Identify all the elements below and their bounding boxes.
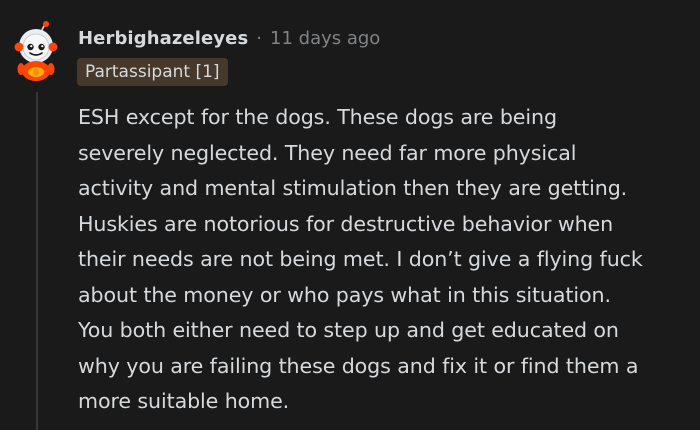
comment-body-line: more suitable home.: [78, 389, 290, 413]
comment-timestamp[interactable]: 11 days ago: [270, 28, 380, 49]
comment-body-line: why you are failing these dogs and fix i…: [78, 353, 639, 378]
comment-body-line: about the money or who pays what in this…: [78, 282, 611, 307]
user-avatar[interactable]: [10, 20, 62, 82]
thread-collapse-line[interactable]: [36, 92, 38, 430]
comment-body-line: ESH except for the dogs. These dogs are …: [78, 105, 557, 129]
snoo-avatar-icon: [14, 21, 58, 81]
user-flair: Partassipant [1]: [77, 58, 228, 86]
comment-body-line: activity and mental stimulation then the…: [78, 176, 628, 200]
comment-body: ESH except for the dogs. These dogs are …: [78, 100, 690, 420]
comment-body-line: severely neglected. They need far more p…: [78, 140, 577, 165]
comment-meta: Herbighazeleyes · 11 days ago: [78, 24, 380, 52]
comment: Herbighazeleyes · 11 days ago Partassipa…: [0, 0, 700, 430]
author-username[interactable]: Herbighazeleyes: [78, 28, 248, 49]
comment-body-line: You both either need to step up and get …: [78, 318, 619, 342]
comment-body-line: Huskies are notorious for destructive be…: [78, 211, 614, 236]
meta-separator: ·: [256, 27, 263, 49]
comment-body-line: their needs are not being met. I don’t g…: [78, 247, 643, 271]
